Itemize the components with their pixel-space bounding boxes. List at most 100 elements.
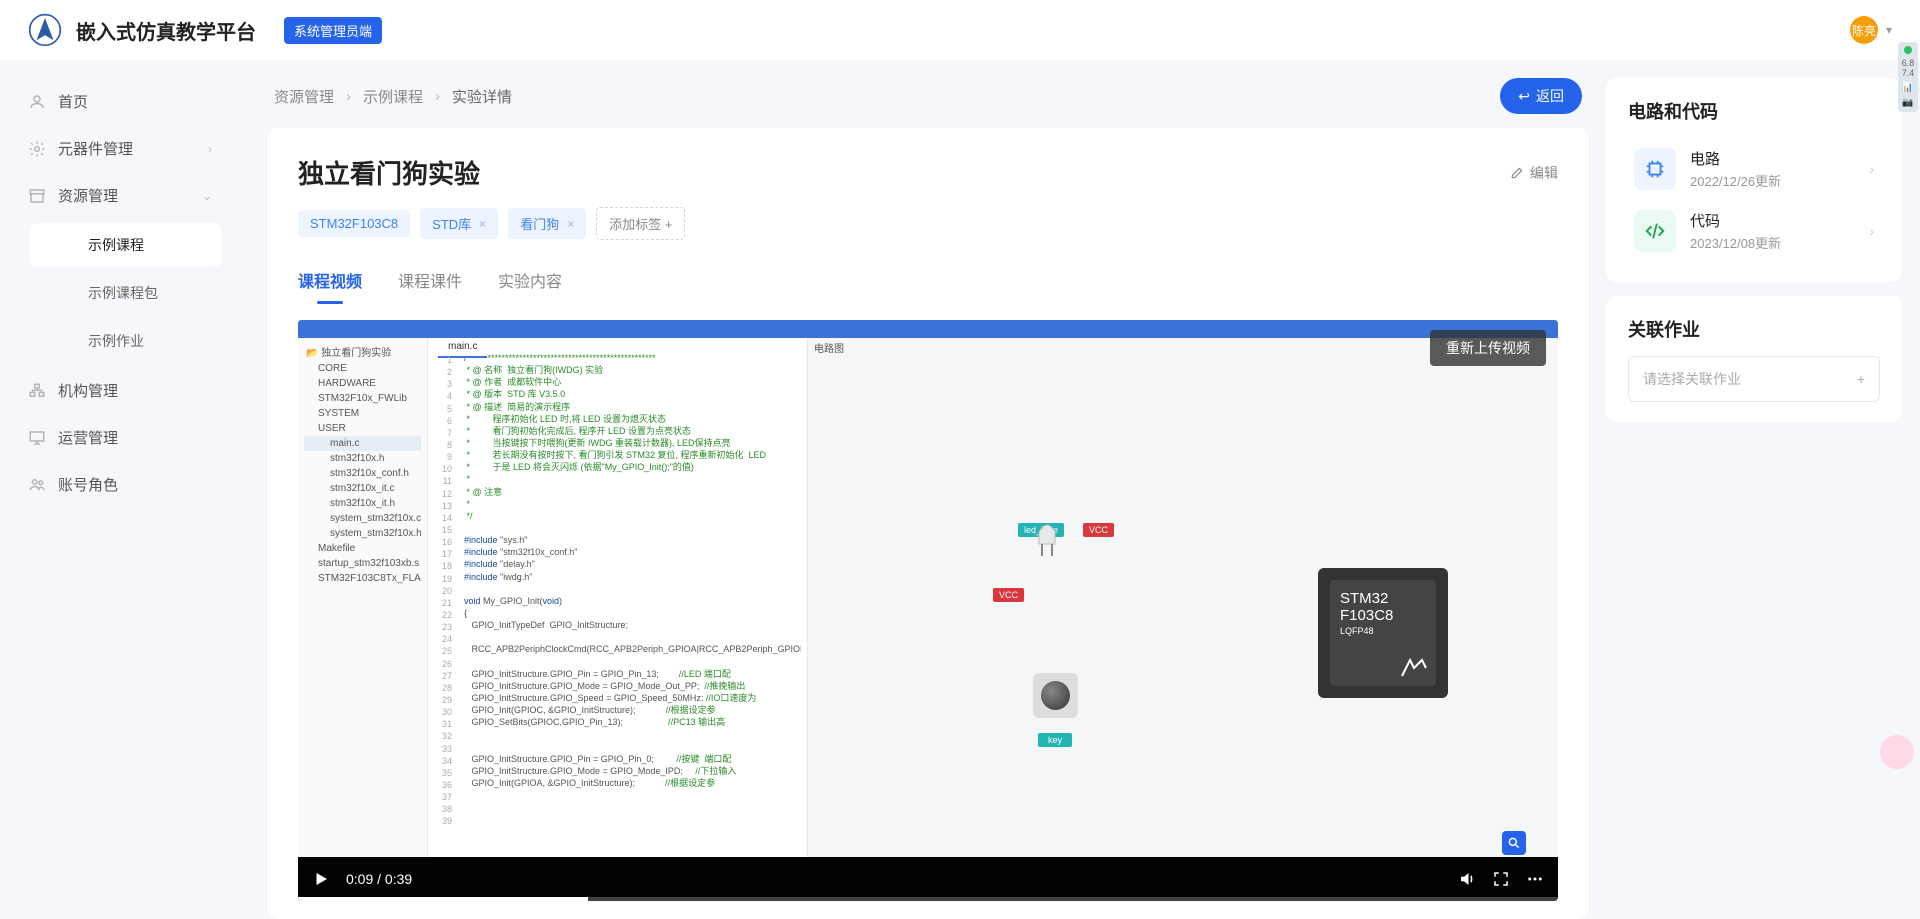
circuit-panel-label: 电路图 <box>814 340 844 355</box>
tree-file: stm32f10x_conf.h <box>304 466 421 481</box>
resource-name: 电路 <box>1690 148 1855 169</box>
edit-label: 编辑 <box>1530 163 1558 183</box>
resource-date: 2022/12/26更新 <box>1690 171 1855 190</box>
ide-file-tree: 📂 独立看门狗实验 CORE HARDWARE STM32F10x_FWLib … <box>298 338 428 857</box>
sidebar-subgroup-resources: 示例课程 示例课程包 示例作业 <box>0 223 240 363</box>
inner-tabs: 课程视频 课程课件 实验内容 <box>298 262 1558 302</box>
ide-code-editor: main.c 123456789101112131415161718192021… <box>428 338 808 857</box>
app-title: 嵌入式仿真教学平台 <box>76 16 256 45</box>
avatar: 陈亮 <box>1850 16 1878 44</box>
back-button[interactable]: ↩ 返回 <box>1500 78 1582 114</box>
tree-file: startup_stm32f103xb.s <box>304 556 421 571</box>
header-user[interactable]: 陈亮 ▾ <box>1850 16 1892 44</box>
tab-video[interactable]: 课程视频 <box>298 262 362 302</box>
sidebar-label: 首页 <box>58 91 88 112</box>
ai-assistant-bubble[interactable] <box>1880 735 1914 769</box>
debug-widget[interactable]: 6.8 7.4 📊 📷 <box>1898 42 1918 112</box>
sidebar-item-example-homework[interactable]: 示例作业 <box>30 319 222 363</box>
link-homework-card: 关联作业 请选择关联作业 + <box>1606 296 1902 422</box>
tree-folder: SYSTEM <box>304 406 421 421</box>
sidebar-label: 运营管理 <box>58 427 118 448</box>
sidebar-label: 资源管理 <box>58 185 118 206</box>
right-section-title: 关联作业 <box>1628 316 1880 342</box>
sidebar-label: 账号角色 <box>58 474 118 495</box>
monitor-icon <box>28 429 46 447</box>
resource-name: 代码 <box>1690 210 1855 231</box>
top-header: 嵌入式仿真教学平台 系统管理员端 陈亮 ▾ <box>0 0 1920 60</box>
play-button[interactable] <box>312 870 330 888</box>
more-icon[interactable] <box>1526 870 1544 888</box>
crumb-3: 实验详情 <box>452 86 512 107</box>
search-bubble[interactable] <box>1502 831 1526 855</box>
sidebar-item-org[interactable]: 机构管理 <box>0 367 240 414</box>
sidebar-label: 元器件管理 <box>58 138 133 159</box>
resource-info: 代码 2023/12/08更新 <box>1690 210 1855 252</box>
chip-label: STM32 F103C8 LQFP48 <box>1330 580 1436 686</box>
vcc-tag: VCC <box>993 588 1024 602</box>
video-controls: 0:09 / 0:39 <box>298 857 1558 901</box>
edit-button[interactable]: 编辑 <box>1510 163 1558 183</box>
plus-icon: + <box>1857 371 1865 387</box>
sidebar-item-resources[interactable]: 资源管理 ⌄ <box>0 172 240 219</box>
main-area: 资源管理 › 示例课程 › 实验详情 ↩ 返回 独立看门狗实验 编辑 STM32… <box>250 60 1920 919</box>
right-column: 电路和代码 电路 2022/12/26更新 › 代码 2023/12/08更新 <box>1606 78 1902 919</box>
back-label: 返回 <box>1536 86 1564 106</box>
user-icon <box>28 93 46 111</box>
video-container: 重新上传视频 📂 独立看门狗实验 CORE HARDWARE STM32F10x… <box>298 320 1558 901</box>
tag-remove-icon[interactable]: × <box>567 217 574 231</box>
video-progress[interactable] <box>298 897 1558 901</box>
progress-fill <box>298 897 588 901</box>
crumb-1[interactable]: 资源管理 <box>274 86 334 107</box>
chevron-right-icon: › <box>1869 161 1874 177</box>
resource-date: 2023/12/08更新 <box>1690 233 1855 252</box>
tag-chip[interactable]: 看门狗× <box>508 208 586 239</box>
logo <box>28 13 62 47</box>
mcu-chip: STM32 F103C8 LQFP48 <box>1318 568 1448 698</box>
chevron-down-icon: ⌄ <box>202 189 212 203</box>
ide-body: 📂 独立看门狗实验 CORE HARDWARE STM32F10x_FWLib … <box>298 338 1558 857</box>
resource-circuit[interactable]: 电路 2022/12/26更新 › <box>1628 138 1880 200</box>
volume-icon[interactable] <box>1458 870 1476 888</box>
sidebar-item-example-course[interactable]: 示例课程 <box>30 223 222 267</box>
ide-circuit-panel: 电路图 VCC VCC led_blue key STM32 <box>808 338 1558 857</box>
tree-folder: HARDWARE <box>304 376 421 391</box>
tag-chip[interactable]: STD库× <box>420 208 498 239</box>
sidebar-item-home[interactable]: 首页 <box>0 78 240 125</box>
led-component <box>1033 518 1061 558</box>
sidebar-item-accounts[interactable]: 账号角色 <box>0 461 240 508</box>
fullscreen-icon[interactable] <box>1492 870 1510 888</box>
tree-root: 📂 独立看门狗实验 <box>304 342 421 361</box>
crumb-2[interactable]: 示例课程 <box>363 86 423 107</box>
reupload-button[interactable]: 重新上传视频 <box>1430 330 1546 366</box>
org-icon <box>28 382 46 400</box>
code-icon <box>1634 210 1676 252</box>
vcc-tag: VCC <box>1083 523 1114 537</box>
crumb-sep: › <box>346 88 351 105</box>
tree-file: STM32F103C8Tx_FLASH.ld <box>304 571 421 586</box>
edit-icon <box>1510 166 1524 180</box>
tags-row: STM32F103C8 STD库× 看门狗× 添加标签 + <box>298 207 1558 240</box>
chip-icon <box>1634 148 1676 190</box>
crumb-sep: › <box>435 88 440 105</box>
tab-content[interactable]: 实验内容 <box>498 262 562 302</box>
button-component <box>1033 673 1078 718</box>
video-frame[interactable]: 重新上传视频 📂 独立看门狗实验 CORE HARDWARE STM32F10x… <box>298 320 1558 857</box>
sidebar-item-ops[interactable]: 运营管理 <box>0 414 240 461</box>
sidebar-item-components[interactable]: 元器件管理 › <box>0 125 240 172</box>
tag-chip[interactable]: STM32F103C8 <box>298 210 410 237</box>
center-column: 资源管理 › 示例课程 › 实验详情 ↩ 返回 独立看门狗实验 编辑 STM32… <box>268 78 1588 919</box>
debug-value: 7.4 <box>1900 68 1916 78</box>
gear-icon <box>28 140 46 158</box>
resource-code[interactable]: 代码 2023/12/08更新 › <box>1628 200 1880 262</box>
wires <box>808 338 1108 488</box>
sidebar-item-example-pack[interactable]: 示例课程包 <box>30 271 222 315</box>
link-homework-select[interactable]: 请选择关联作业 + <box>1628 356 1880 402</box>
add-tag-button[interactable]: 添加标签 + <box>596 207 685 240</box>
tab-courseware[interactable]: 课程课件 <box>398 262 462 302</box>
tree-file: main.c <box>304 436 421 451</box>
tree-folder: USER <box>304 421 421 436</box>
chevron-right-icon: › <box>208 142 212 156</box>
tree-folder: CORE <box>304 361 421 376</box>
tag-remove-icon[interactable]: × <box>479 217 486 231</box>
key-tag: key <box>1038 733 1072 747</box>
